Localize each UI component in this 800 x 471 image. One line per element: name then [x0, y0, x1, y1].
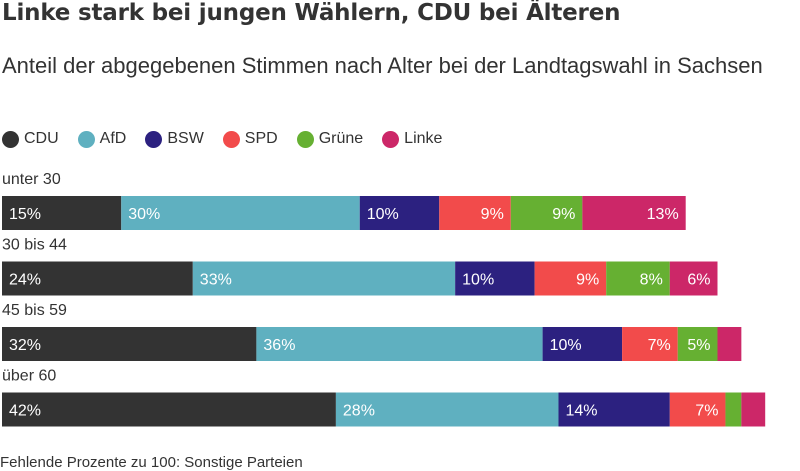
legend-swatch: [2, 130, 19, 148]
category-label: über 60: [2, 368, 56, 385]
data-label: 6%: [687, 272, 710, 289]
data-label: 9%: [552, 206, 575, 223]
category-label: unter 30: [2, 171, 61, 188]
legend-label: Linke: [404, 130, 443, 147]
legend-swatch: [222, 130, 240, 148]
legend-swatch: [145, 130, 163, 148]
legend-swatch: [382, 130, 400, 148]
data-label: 28%: [343, 403, 375, 420]
stacked-bar-chart: unter 30 15% 30% 10% 9% 9% 13% 30 bis 44 24% 33% 1…: [2, 171, 766, 427]
data-label: 7%: [648, 337, 671, 354]
data-label: 32%: [9, 337, 41, 354]
data-label: 10%: [550, 337, 582, 354]
bar-segment-linke: [717, 327, 742, 361]
data-label: 15%: [9, 206, 41, 223]
bar-segment-linke: [741, 392, 766, 427]
legend-label: Grüne: [318, 130, 364, 147]
legend-item-spd: SPD: [222, 130, 278, 148]
data-label: 10%: [367, 206, 399, 223]
data-label: 42%: [9, 403, 41, 420]
data-label: 14%: [566, 403, 598, 420]
data-label: 36%: [263, 337, 295, 354]
legend-item-linke: Linke: [382, 130, 442, 148]
data-label: 24%: [9, 272, 41, 289]
bar-segment-afd: [192, 261, 456, 296]
legend-item-cdu: CDU: [2, 130, 59, 148]
bar-segment-grüne: [725, 392, 742, 427]
data-label: 13%: [647, 206, 679, 223]
legend-label: CDU: [24, 130, 59, 147]
legend: CDU AfD BSW SPD Grüne Linke: [2, 130, 461, 148]
legend-label: AfD: [99, 130, 127, 147]
category-label: 45 bis 59: [2, 302, 67, 319]
legend-swatch: [77, 130, 95, 148]
data-label: 5%: [687, 337, 710, 354]
data-label: 9%: [481, 206, 504, 223]
data-label: 8%: [640, 272, 663, 289]
data-label: 10%: [462, 272, 494, 289]
legend-swatch: [296, 130, 314, 148]
category-label: 30 bis 44: [2, 237, 67, 254]
legend-label: BSW: [167, 130, 204, 147]
chart-subtitle: Anteil der abgegebenen Stimmen nach Alte…: [2, 53, 763, 78]
data-label: 33%: [200, 272, 232, 289]
data-label: 7%: [695, 403, 718, 420]
legend-label: SPD: [244, 130, 278, 147]
legend-item-grüne: Grüne: [296, 130, 364, 148]
chart-title: Linke stark bei jungen Wählern, CDU bei …: [2, 0, 621, 26]
footnote: Fehlende Prozente zu 100: Sonstige Parte…: [0, 454, 303, 471]
bar-segment-cdu: [2, 392, 336, 427]
bar-segment-afd: [256, 327, 543, 361]
legend-item-bsw: BSW: [145, 130, 204, 148]
legend-item-afd: AfD: [77, 130, 127, 148]
data-label: 30%: [128, 206, 160, 223]
data-label: 9%: [576, 272, 599, 289]
